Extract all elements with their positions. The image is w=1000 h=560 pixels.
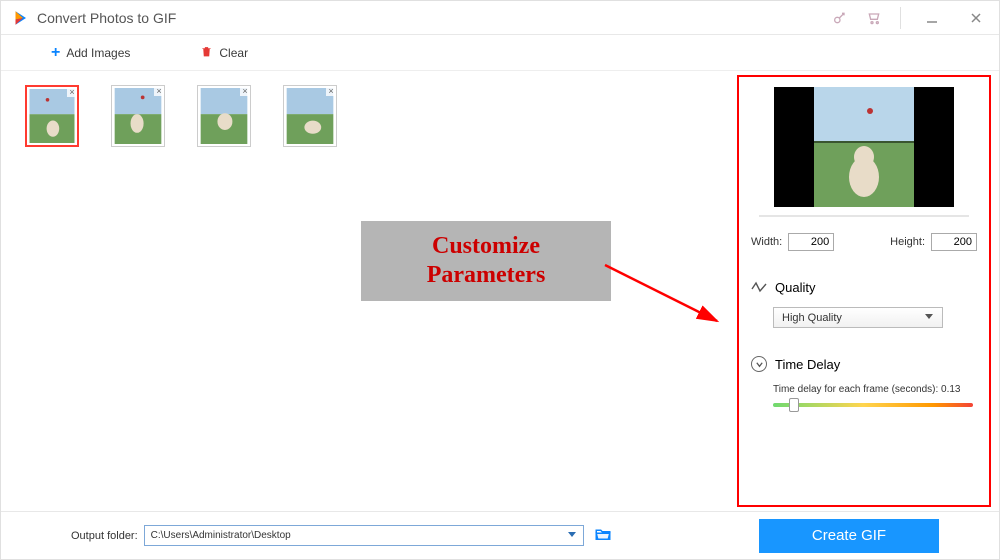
time-delay-label: Time Delay <box>775 357 840 372</box>
remove-thumb-icon[interactable]: × <box>240 86 250 96</box>
width-label: Width: <box>751 236 782 248</box>
circle-down-icon <box>751 356 767 372</box>
remove-thumb-icon[interactable]: × <box>67 87 77 97</box>
height-input[interactable] <box>931 233 977 251</box>
preview-letterbox <box>914 87 954 207</box>
thumbnail[interactable]: × <box>283 85 337 147</box>
chevron-down-icon <box>567 529 577 542</box>
output-folder-label: Output folder: <box>71 530 138 542</box>
remove-thumb-icon[interactable]: × <box>154 86 164 96</box>
dimensions-row: Width: Height: <box>751 233 977 251</box>
time-delay-block: Time Delay Time delay for each frame (se… <box>751 356 977 407</box>
bottom-bar: Output folder: C:\Users\Administrator\De… <box>1 511 999 559</box>
close-button[interactable] <box>963 5 989 31</box>
remove-thumb-icon[interactable]: × <box>326 86 336 96</box>
annotation-box: Customize Parameters <box>361 221 611 301</box>
add-images-label: Add Images <box>66 46 130 60</box>
quality-label: Quality <box>775 280 815 295</box>
time-delay-description: Time delay for each frame (seconds): 0.1… <box>773 384 977 395</box>
app-logo <box>11 9 29 27</box>
minimize-button[interactable] <box>919 5 945 31</box>
wave-icon <box>751 279 767 295</box>
main-area: × × × × Customize Parameters <box>1 71 999 511</box>
key-icon[interactable] <box>832 10 848 26</box>
quality-value: High Quality <box>782 312 842 324</box>
title-controls <box>832 5 989 31</box>
annotation-line2: Parameters <box>427 262 546 288</box>
annotation-line1: Customize <box>432 233 540 259</box>
cart-icon[interactable] <box>866 10 882 26</box>
output-folder-path: C:\Users\Administrator\Desktop <box>151 530 291 541</box>
time-delay-value: 0.13 <box>941 384 960 395</box>
parameters-panel: Width: Height: Quality High Quality <box>737 75 991 507</box>
preview-area <box>774 87 954 207</box>
add-images-button[interactable]: + Add Images <box>51 44 130 62</box>
time-delay-header: Time Delay <box>751 356 977 372</box>
height-label: Height: <box>890 236 925 248</box>
quality-block: Quality High Quality <box>751 279 977 328</box>
time-delay-slider[interactable] <box>773 403 973 407</box>
chevron-down-icon <box>924 311 934 324</box>
clear-label: Clear <box>219 46 248 60</box>
title-bar: Convert Photos to GIF <box>1 1 999 35</box>
trash-icon <box>200 45 213 61</box>
window-title: Convert Photos to GIF <box>37 10 176 26</box>
quality-select[interactable]: High Quality <box>773 307 943 328</box>
thumbnail[interactable]: × <box>197 85 251 147</box>
divider <box>900 7 901 29</box>
create-gif-button[interactable]: Create GIF <box>759 519 939 553</box>
preview-letterbox <box>774 87 814 207</box>
left-panel: × × × × Customize Parameters <box>1 71 737 511</box>
thumbnail[interactable]: × <box>25 85 79 147</box>
clear-button[interactable]: Clear <box>200 45 248 61</box>
thumbnail[interactable]: × <box>111 85 165 147</box>
quality-header: Quality <box>751 279 977 295</box>
annotation-arrow <box>601 261 731 341</box>
preview-divider <box>759 215 969 217</box>
thumbnail-row: × × × × <box>25 85 713 147</box>
toolbar: + Add Images Clear <box>1 35 999 71</box>
output-folder-select[interactable]: C:\Users\Administrator\Desktop <box>144 525 584 546</box>
preview-image <box>814 87 914 207</box>
folder-open-icon[interactable] <box>594 525 612 546</box>
width-input[interactable] <box>788 233 834 251</box>
plus-icon: + <box>51 44 60 62</box>
slider-thumb[interactable] <box>789 398 799 412</box>
annotation-text: Customize Parameters <box>427 232 546 290</box>
